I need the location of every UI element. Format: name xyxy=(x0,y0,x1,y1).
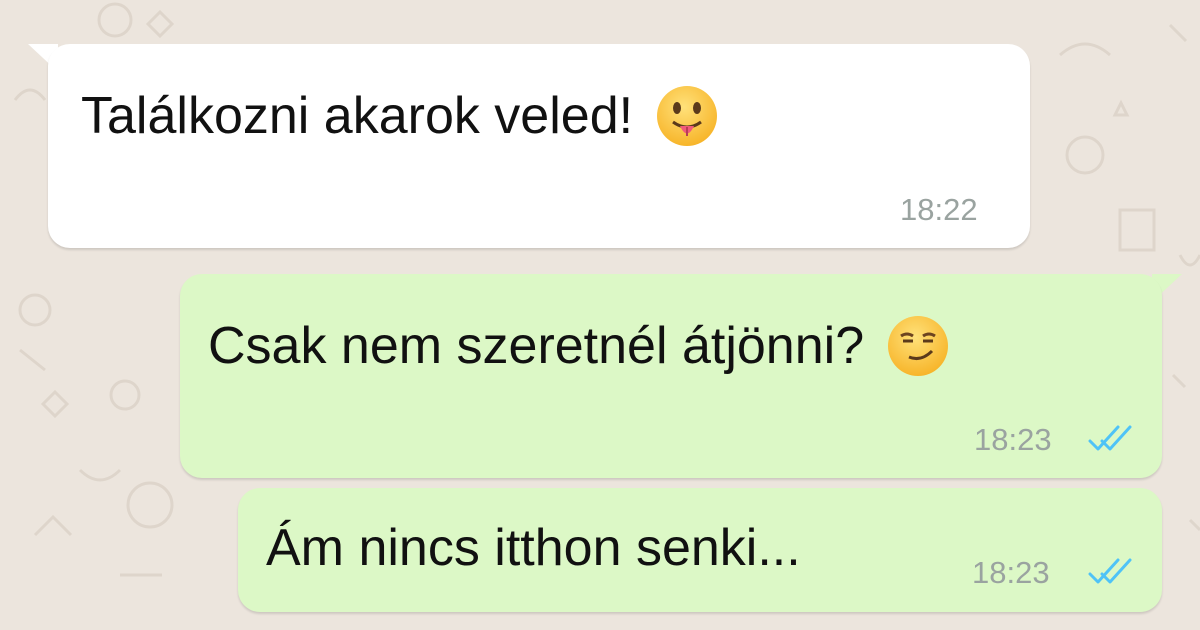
incoming-message-bubble[interactable]: Találkozni akarok veled! 18:22 xyxy=(48,44,1030,248)
message-text: Ám nincs itthon senki... xyxy=(266,518,801,578)
message-text: Találkozni akarok veled! xyxy=(81,84,719,148)
message-text: Csak nem szeretnél átjönni? xyxy=(208,314,950,378)
smirking-face-emoji xyxy=(888,316,949,376)
read-double-check-icon xyxy=(1088,425,1132,451)
message-content: Ám nincs itthon senki... xyxy=(266,519,801,577)
face-with-tongue-emoji xyxy=(657,86,718,146)
outgoing-message-bubble[interactable]: Ám nincs itthon senki... 18:23 xyxy=(238,488,1162,612)
message-timestamp: 18:23 xyxy=(972,555,1050,590)
message-timestamp: 18:22 xyxy=(900,192,978,227)
outgoing-message-bubble[interactable]: Csak nem szeretnél átjönni? 18:23 xyxy=(180,274,1162,478)
message-timestamp: 18:23 xyxy=(974,422,1052,457)
read-double-check-icon xyxy=(1088,558,1132,584)
message-content: Csak nem szeretnél átjönni? xyxy=(208,317,865,375)
message-content: Találkozni akarok veled! xyxy=(81,87,634,145)
